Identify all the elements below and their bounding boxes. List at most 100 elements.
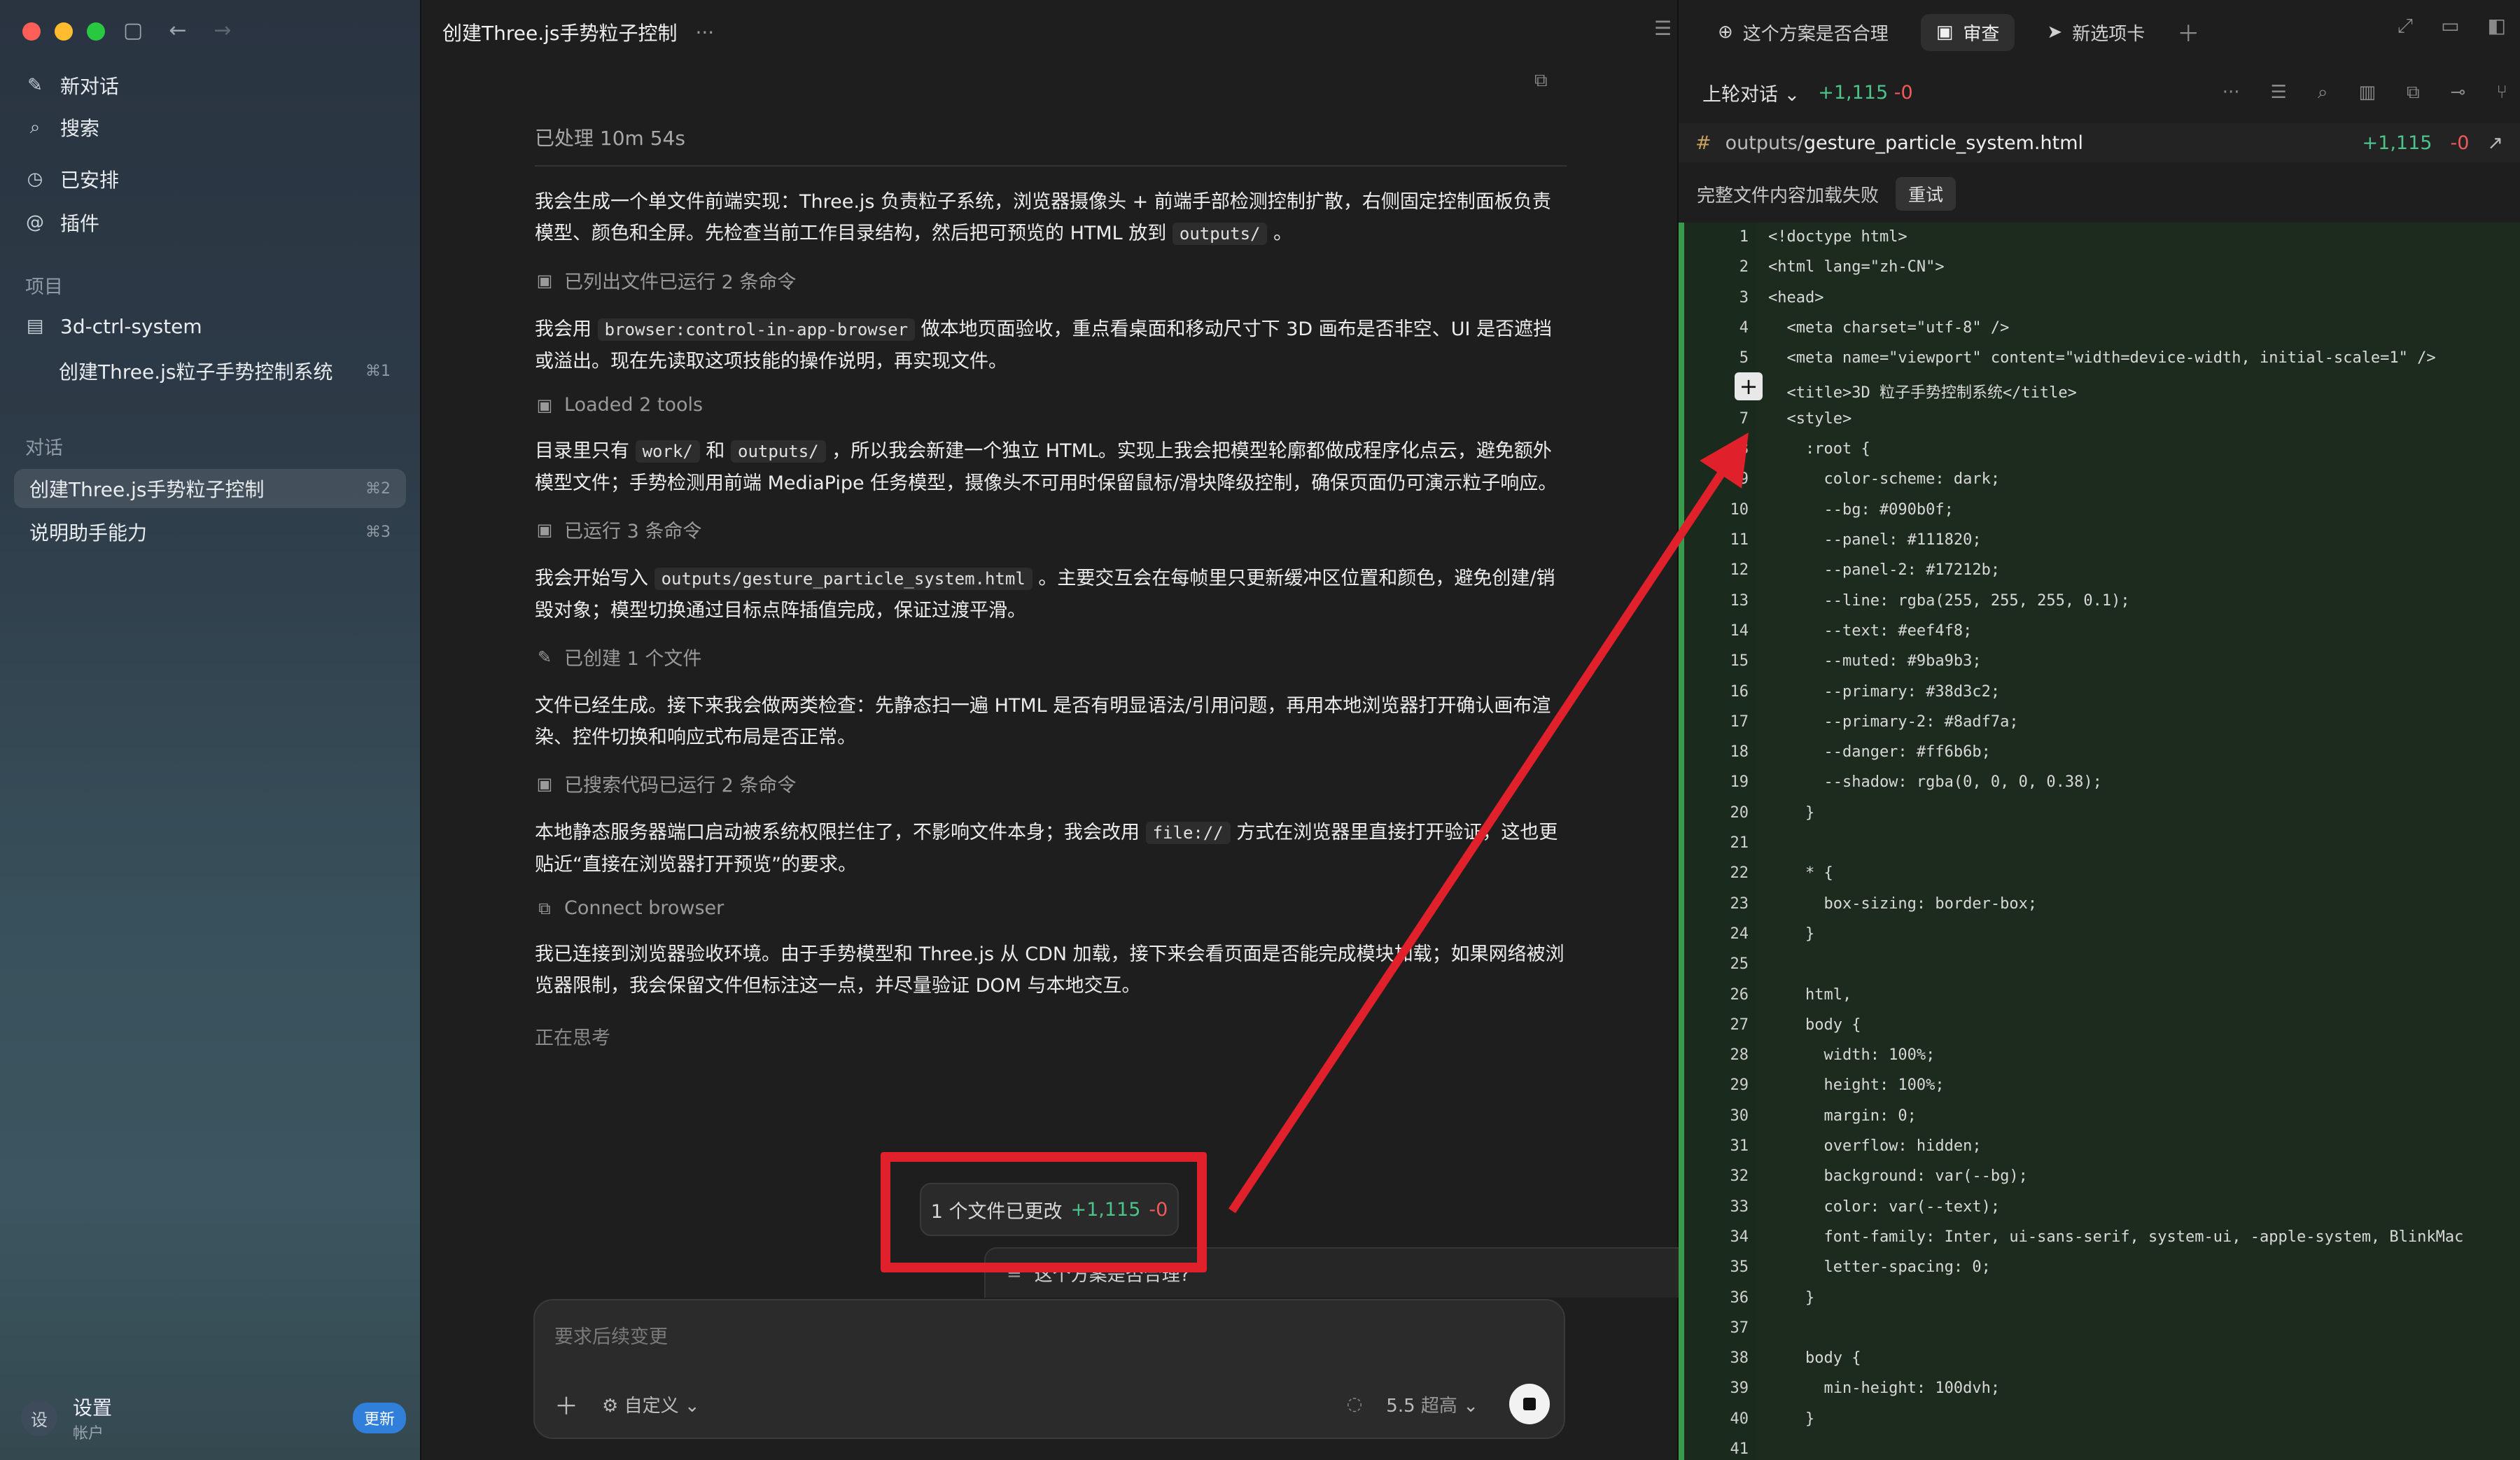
tool-step[interactable]: ▣ 已搜索代码已运行 2 条命令 xyxy=(535,770,1567,797)
sidebar-item-scheduled[interactable]: ◷ 已安排 xyxy=(25,160,119,199)
conversation-item[interactable]: 说明助手能力 ⌘3 xyxy=(14,512,406,552)
retry-button[interactable]: 重试 xyxy=(1896,177,1956,211)
line-number: 19 xyxy=(1730,773,1749,792)
processed-time: 已处理 10m 54s xyxy=(535,123,1567,167)
page-title: 创建Three.js手势粒子控制 xyxy=(442,22,678,45)
settings-account-button[interactable]: 设 设置 帐户 更新 xyxy=(21,1393,406,1443)
line-number: 23 xyxy=(1730,894,1749,913)
expand-icon[interactable]: ⤢ xyxy=(2398,14,2413,38)
conversation-label: 创建Three.js手势粒子控制 xyxy=(29,478,265,501)
mode-selector[interactable]: ⚙ 自定义 ⌄ xyxy=(602,1391,700,1417)
more-options-icon[interactable]: ··· xyxy=(2222,82,2240,104)
line-number: 33 xyxy=(1730,1198,1749,1216)
line-number: 4 xyxy=(1739,318,1749,337)
line-number: 20 xyxy=(1730,803,1749,822)
sidebar-item-new-chat[interactable]: ✎ 新对话 xyxy=(25,66,119,105)
tool-step[interactable]: ▣ 已列出文件已运行 2 条命令 xyxy=(535,267,1567,294)
line-number: 40 xyxy=(1730,1410,1749,1428)
conversation-item-active[interactable]: 创建Three.js手势粒子控制 ⌘2 xyxy=(14,469,406,508)
assistant-message: 文件已经生成。接下来我会做两类检查：先静态扫一遍 HTML 是否有明显语法/引用… xyxy=(535,695,1551,748)
sidebar-item-search[interactable]: ⌕ 搜索 xyxy=(25,108,99,147)
review-icon: ▣ xyxy=(1935,22,1954,43)
line-number: 17 xyxy=(1730,713,1749,731)
hash-icon: # xyxy=(1695,132,1712,154)
tab-question[interactable]: ⊕ 这个方案是否合理 xyxy=(1702,14,1904,51)
line-number: 2 xyxy=(1739,258,1749,276)
composer[interactable]: 要求后续变更 ＋ ⚙ 自定义 ⌄ ◌ 5.5 超高 ⌄ xyxy=(533,1299,1565,1439)
code-line: body { xyxy=(1768,1016,1861,1034)
code-line: :root { xyxy=(1768,440,1870,458)
code-line: <meta charset="utf-8" /> xyxy=(1768,318,2010,337)
code-line: } xyxy=(1768,803,1815,822)
line-number: 10 xyxy=(1730,500,1749,519)
terminal-panel-icon[interactable]: ▭ xyxy=(2441,14,2459,38)
file-path: outputs/gesture_particle_system.html xyxy=(1725,132,2084,154)
tab-review[interactable]: ▣ 审查 xyxy=(1920,13,2015,51)
add-comment-button[interactable]: + xyxy=(1735,372,1763,400)
more-options-icon[interactable]: ··· xyxy=(695,21,714,44)
side-panel-icon[interactable]: ◧ xyxy=(2488,14,2506,38)
close-window-button[interactable] xyxy=(22,22,41,41)
back-arrow-icon[interactable]: ← xyxy=(165,18,190,43)
code-line: <style> xyxy=(1768,409,1852,428)
line-number: 16 xyxy=(1730,682,1749,701)
stop-button[interactable] xyxy=(1509,1384,1550,1424)
scope-selector[interactable]: 上轮对话 ⌄ xyxy=(1702,79,1800,106)
review-panel: ⊕ 这个方案是否合理 ▣ 审查 ➤ 新选项卡 ＋ ⤢ ▭ ◧ 上轮对话 ⌄ +1,11… xyxy=(1679,0,2520,1460)
line-number: 8 xyxy=(1739,440,1749,458)
tool-step[interactable]: ▣ Loaded 2 tools xyxy=(535,394,1567,416)
panel-layout-icon[interactable]: ☰ xyxy=(1654,17,1672,40)
shortcut-hint: ⌘2 xyxy=(365,479,391,498)
tool-step[interactable]: ▣ 已运行 3 条命令 xyxy=(535,516,1567,543)
file-search-icon[interactable]: ⌕ xyxy=(2318,82,2328,104)
code-line: --line: rgba(255, 255, 255, 0.1); xyxy=(1768,591,2130,610)
project-conversation-item[interactable]: 创建Three.js粒子手势控制系统 ⌘1 xyxy=(43,351,406,391)
maximize-window-button[interactable] xyxy=(87,22,105,41)
chat-header: 创建Three.js手势粒子控制 ··· xyxy=(442,18,714,46)
tool-step[interactable]: ⧉ Connect browser xyxy=(535,897,1567,919)
diff-code-view: 1 <!doctype html> 2 <html lang="zh-CN"> 3 <he… xyxy=(1679,223,2520,1460)
sidebar-item-label: 搜索 xyxy=(60,117,100,140)
code-line: } xyxy=(1768,1410,1815,1428)
code-line: color-scheme: dark; xyxy=(1768,470,2001,489)
line-number: 31 xyxy=(1730,1137,1749,1155)
copy-icon[interactable]: ⧉ xyxy=(2407,82,2420,104)
line-number: 15 xyxy=(1730,652,1749,671)
update-badge[interactable]: 更新 xyxy=(352,1403,406,1433)
file-header[interactable]: # outputs/gesture_particle_system.html +… xyxy=(1679,123,2520,162)
add-attachment-icon[interactable]: ＋ xyxy=(554,1387,578,1422)
shortcut-hint: ⌘1 xyxy=(365,362,391,380)
forward-arrow-icon[interactable]: → xyxy=(210,18,235,43)
composer-input[interactable]: 要求后续变更 xyxy=(554,1321,668,1349)
tab-new[interactable]: ➤ 新选项卡 xyxy=(2031,14,2160,51)
code-line: margin: 0; xyxy=(1768,1107,1917,1125)
list-view-icon[interactable]: ☰ xyxy=(2271,82,2287,104)
sidebar-item-plugins[interactable]: @ 插件 xyxy=(25,203,99,242)
commit-icon[interactable]: ⊸ xyxy=(2451,82,2466,104)
line-number: 27 xyxy=(1730,1016,1749,1034)
code-line: color: var(--text); xyxy=(1768,1198,2001,1216)
line-number: 26 xyxy=(1730,985,1749,1004)
code-line: html, xyxy=(1768,985,1852,1004)
add-tab-icon[interactable]: ＋ xyxy=(2177,16,2199,48)
open-external-icon[interactable]: ↗ xyxy=(2487,132,2503,154)
line-number: 36 xyxy=(1730,1289,1749,1307)
project-item[interactable]: ▤ 3d-ctrl-system xyxy=(25,307,202,346)
copy-icon[interactable]: ⧉ xyxy=(1534,70,1548,92)
branch-icon[interactable]: ⑂ xyxy=(2496,82,2507,104)
code-line: <!doctype html> xyxy=(1768,228,1907,246)
line-number: 1 xyxy=(1739,228,1749,246)
plugin-icon: @ xyxy=(26,212,44,233)
conversation-label: 说明助手能力 xyxy=(29,521,148,545)
sidebar-toggle-icon[interactable]: ▢ xyxy=(120,18,146,43)
line-number: 3 xyxy=(1739,288,1749,307)
line-number: 35 xyxy=(1730,1258,1749,1277)
split-view-icon[interactable]: ▥ xyxy=(2358,82,2376,104)
tool-step[interactable]: ✎ 已创建 1 个文件 xyxy=(535,643,1567,671)
folder-icon: ▤ xyxy=(26,316,44,337)
code-line: --panel: #111820; xyxy=(1768,531,1982,549)
window-tools: ⤢ ▭ ◧ xyxy=(2398,14,2506,38)
minimize-window-button[interactable] xyxy=(55,22,73,41)
sidebar-item-label: 已安排 xyxy=(60,169,120,192)
model-selector[interactable]: 5.5 超高 ⌄ xyxy=(1386,1391,1478,1417)
